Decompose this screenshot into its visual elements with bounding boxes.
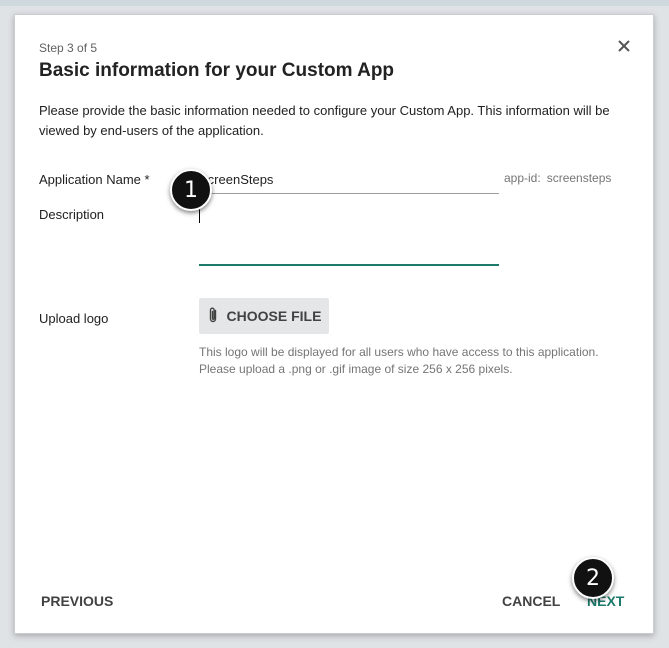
app-name-label: Application Name * — [39, 172, 150, 187]
upload-hint: This logo will be displayed for all user… — [199, 345, 599, 376]
cancel-button[interactable]: CANCEL — [502, 593, 560, 609]
description-label: Description — [39, 207, 105, 222]
close-icon[interactable] — [615, 37, 633, 55]
background-strip — [0, 0, 669, 6]
app-id-value: screensteps — [546, 171, 612, 185]
app-id-label: app-id: — [504, 171, 541, 185]
step-callout-2: 2 — [572, 557, 614, 599]
upload-logo-label: Upload logo — [39, 311, 109, 326]
choose-file-label: CHOOSE FILE — [226, 308, 322, 324]
dialog-title: Basic information for your Custom App — [39, 60, 395, 81]
app-name-input[interactable] — [199, 165, 499, 194]
choose-file-button[interactable]: CHOOSE FILE — [199, 298, 329, 334]
previous-button[interactable]: PREVIOUS — [41, 593, 113, 609]
step-indicator: Step 3 of 5 — [39, 41, 98, 55]
app-id-readout: app-id: screensteps — [504, 171, 611, 185]
custom-app-dialog: Step 3 of 5 Basic information for your C… — [14, 14, 654, 634]
intro-text: Please provide the basic information nee… — [39, 103, 610, 138]
step-callout-1: 1 — [170, 169, 212, 211]
paperclip-icon — [207, 306, 219, 327]
description-input[interactable] — [199, 203, 499, 266]
